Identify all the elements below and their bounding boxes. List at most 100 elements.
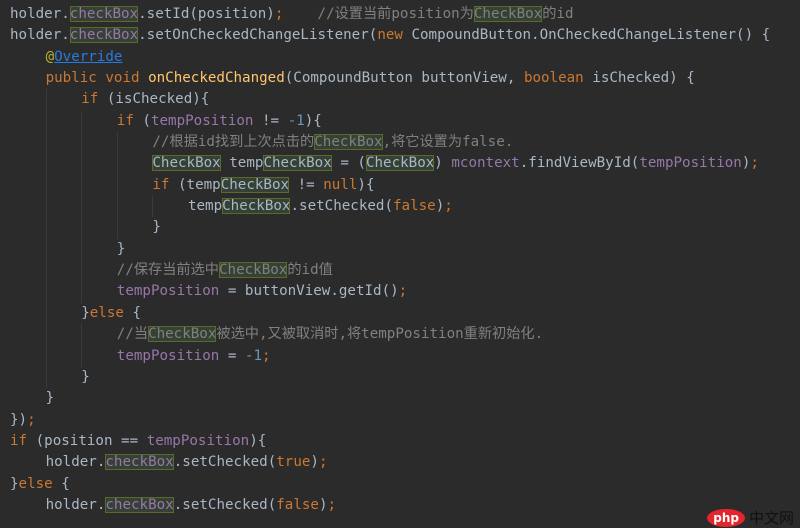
indent-guide bbox=[10, 346, 46, 367]
indent-guide bbox=[10, 281, 46, 302]
code-token: (temp bbox=[169, 176, 221, 193]
code-token: //当 bbox=[116, 326, 149, 343]
code-token: ; bbox=[27, 411, 36, 428]
code-token: ) bbox=[434, 155, 452, 172]
code-line[interactable]: } bbox=[10, 217, 770, 239]
code-token: //根据id找到上次点击的 bbox=[152, 134, 315, 151]
code-line[interactable]: tempCheckBox.setChecked(false); bbox=[10, 196, 770, 218]
indent-guide bbox=[81, 281, 117, 303]
code-token: } bbox=[81, 368, 90, 385]
indent-guide bbox=[10, 89, 46, 110]
code-line[interactable]: if (position == tempPosition){ bbox=[10, 431, 770, 452]
watermark: php 中文网 bbox=[707, 507, 794, 528]
indent-guide bbox=[10, 367, 46, 388]
code-token: .setChecked( bbox=[173, 454, 277, 471]
indent-guide bbox=[10, 388, 46, 409]
indent-guide bbox=[10, 239, 46, 260]
code-token: ; bbox=[318, 454, 328, 471]
indent-guide bbox=[81, 238, 117, 261]
code-token: ; bbox=[398, 283, 408, 300]
code-line[interactable]: //当CheckBox被选中,又被取消时,将tempPosition重新初始化. bbox=[10, 324, 770, 346]
code-line[interactable]: holder.checkBox.setChecked(false); bbox=[10, 495, 770, 516]
code-line[interactable]: } bbox=[10, 238, 770, 261]
code-line[interactable]: }else { bbox=[10, 302, 770, 325]
code-token: = buttonView.getId() bbox=[219, 283, 399, 300]
code-token: .setOnCheckedChangeListener( bbox=[138, 27, 378, 44]
highlighted-token: CheckBox bbox=[219, 262, 288, 279]
highlighted-token: CheckBox bbox=[314, 134, 383, 151]
code-token: ; bbox=[327, 496, 337, 513]
code-line[interactable]: holder.checkBox.setId(position); //设置当前p… bbox=[10, 4, 770, 25]
code-token: holder. bbox=[45, 496, 106, 513]
code-line[interactable]: tempPosition = -1; bbox=[10, 345, 770, 367]
code-token: false bbox=[276, 496, 319, 513]
highlighted-token: CheckBox bbox=[220, 176, 290, 193]
indent-guide bbox=[10, 132, 46, 153]
indent-guide bbox=[45, 89, 82, 111]
code-token: if bbox=[81, 91, 99, 108]
code-token: 被选中,又被取消时,将tempPosition重新初始化. bbox=[216, 326, 544, 343]
code-token: -1 bbox=[287, 112, 305, 129]
highlighted-token: CheckBox bbox=[152, 155, 221, 172]
code-line[interactable]: if (tempCheckBox != null){ bbox=[10, 174, 770, 197]
code-line[interactable]: //根据id找到上次点击的CheckBox,将它设置为false. bbox=[10, 132, 770, 154]
code-line[interactable]: }); bbox=[10, 410, 770, 431]
code-line[interactable]: if (tempPosition != -1){ bbox=[10, 110, 770, 133]
code-line[interactable]: if (isChecked){ bbox=[10, 89, 770, 111]
code-token: ){ bbox=[357, 176, 375, 193]
code-token: else bbox=[89, 304, 124, 321]
code-token: temp bbox=[220, 155, 264, 172]
code-token: holder. bbox=[10, 27, 70, 44]
code-line[interactable]: CheckBox tempCheckBox = (CheckBox) mcont… bbox=[10, 153, 770, 175]
code-token: null bbox=[323, 176, 358, 193]
indent-guide bbox=[116, 217, 153, 239]
code-line[interactable]: @Override bbox=[10, 47, 770, 68]
code-line[interactable]: holder.checkBox.setOnCheckedChangeListen… bbox=[10, 25, 770, 46]
indent-guide bbox=[45, 132, 82, 154]
code-token: 的id值 bbox=[287, 262, 333, 279]
indent-guide bbox=[152, 196, 188, 218]
code-token: { bbox=[52, 475, 70, 492]
code-token: ; bbox=[750, 155, 759, 172]
code-line[interactable]: } bbox=[10, 388, 770, 409]
indent-guide bbox=[116, 132, 153, 154]
code-line[interactable]: holder.checkBox.setChecked(true); bbox=[10, 452, 770, 473]
code-line[interactable]: }else { bbox=[10, 474, 770, 495]
code-line[interactable]: } bbox=[10, 366, 770, 389]
code-line[interactable]: tempPosition = buttonView.getId(); bbox=[10, 281, 770, 303]
code-token: Override bbox=[54, 48, 123, 65]
indent-guide bbox=[81, 174, 117, 197]
code-token: .setChecked( bbox=[290, 198, 393, 215]
code-token: } bbox=[45, 390, 55, 407]
indent-guide bbox=[81, 345, 117, 367]
code-token: ) bbox=[435, 198, 445, 215]
code-line[interactable]: //保存当前选中CheckBox的id值 bbox=[10, 260, 770, 282]
indent-guide bbox=[81, 196, 117, 218]
code-line[interactable]: public void onCheckedChanged(CompoundBut… bbox=[10, 68, 770, 89]
code-token: (position == bbox=[27, 432, 147, 449]
highlighted-token: CheckBox bbox=[263, 155, 332, 172]
indent-guide bbox=[10, 196, 46, 217]
code-token: //设置当前position为 bbox=[283, 6, 474, 22]
code-token: true bbox=[276, 454, 311, 471]
code-editor[interactable]: holder.checkBox.setId(position); //设置当前p… bbox=[10, 4, 770, 516]
code-token: tempPosition bbox=[146, 432, 250, 449]
highlighted-token: CheckBox bbox=[222, 198, 291, 215]
indent-guide bbox=[45, 366, 82, 389]
code-token: != bbox=[289, 176, 324, 193]
code-token: 的id bbox=[542, 6, 574, 22]
indent-guide bbox=[45, 217, 82, 239]
highlighted-token: checkBox bbox=[105, 454, 174, 471]
indent-guide bbox=[81, 260, 117, 282]
indent-guide bbox=[10, 153, 46, 174]
code-token: ; bbox=[444, 198, 453, 215]
indent-guide bbox=[116, 153, 153, 175]
indent-guide bbox=[10, 111, 46, 132]
code-token: != bbox=[253, 112, 288, 129]
code-token: ,将它设置为false. bbox=[382, 134, 514, 151]
watermark-logo: php bbox=[707, 508, 745, 527]
code-token: CompoundButton.OnCheckedChangeListener()… bbox=[402, 27, 771, 44]
indent-guide bbox=[45, 153, 82, 175]
code-token: if bbox=[10, 432, 28, 449]
code-token: tempPosition bbox=[150, 112, 254, 129]
